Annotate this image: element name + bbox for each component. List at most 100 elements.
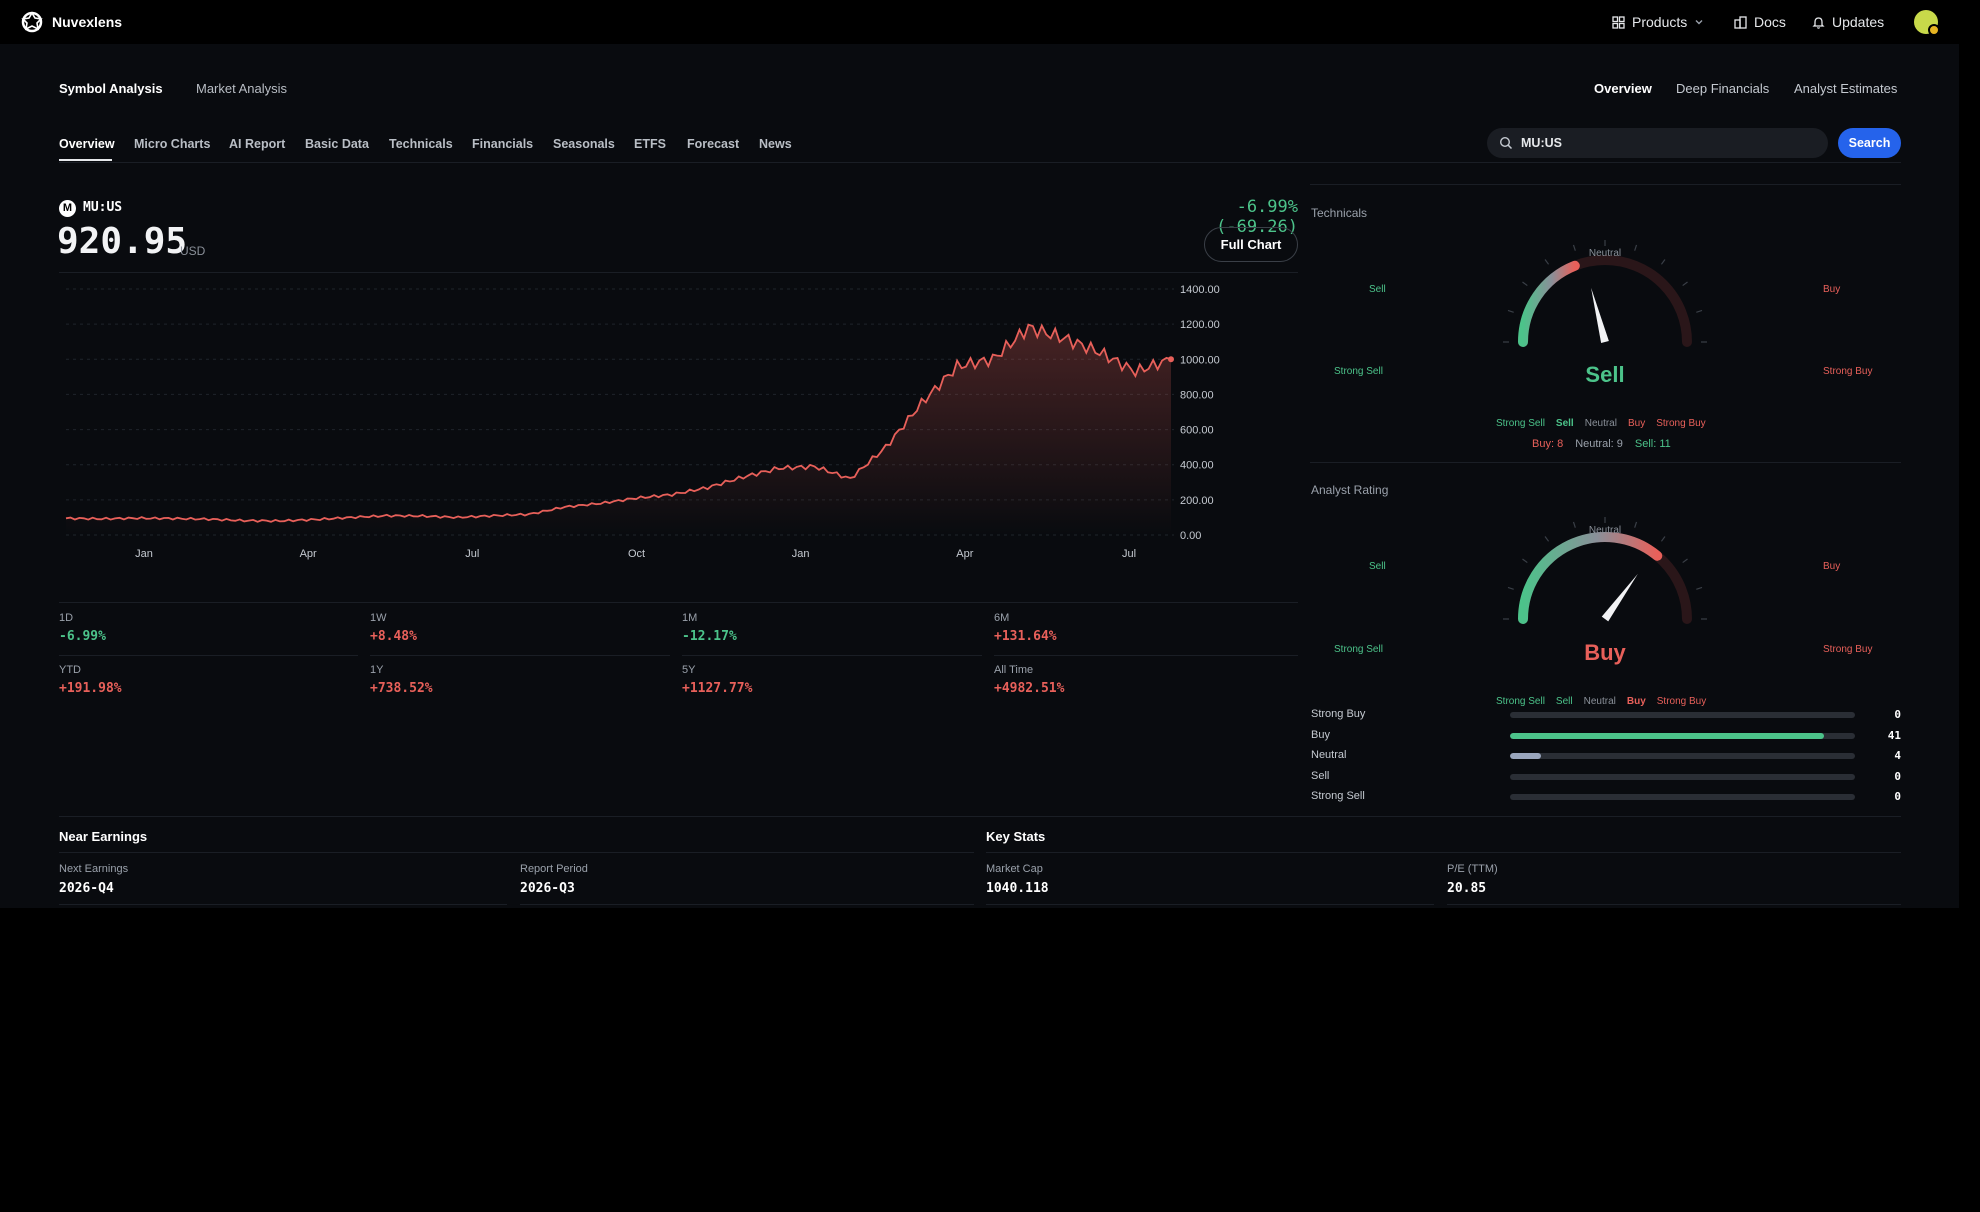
performance-divider [59, 602, 1298, 603]
gauge-tick [1682, 558, 1688, 564]
performance-row-divider [370, 655, 670, 656]
distribution-label: Strong Sell [1311, 790, 1365, 802]
docs-icon [1734, 15, 1747, 29]
performance-row-divider [59, 655, 358, 656]
technicals-neutral-count: Neutral: 9 [1575, 438, 1623, 450]
analyst-legend: Strong Sell Sell Neutral Buy Strong Buy [1496, 696, 1706, 707]
price-chart[interactable]: 1400.00 1200.00 1000.00 800.00 600.00 400.00 2… [59, 276, 1298, 570]
performance-period-label: 1D [59, 612, 74, 624]
tab-micro-charts[interactable]: Micro Charts [134, 137, 210, 151]
key-stats-divider [986, 852, 1901, 853]
performance-period-value: +131.64% [994, 629, 1057, 644]
technicals-legend-strong-buy: Strong Buy [1656, 418, 1706, 429]
x-tick-label: Jan [135, 548, 153, 560]
analyst-strong-buy-label: Strong Buy [1823, 644, 1873, 655]
distribution-bar-fill [1510, 732, 1825, 739]
performance-period-label: 1M [682, 612, 698, 624]
tab-technicals[interactable]: Technicals [389, 137, 453, 151]
distribution-label: Strong Buy [1311, 708, 1366, 720]
market-cap-value: 1040.118 [986, 881, 1049, 896]
gauge-tick [1634, 521, 1638, 528]
docs-link[interactable]: Docs [1734, 14, 1786, 30]
products-label: Products [1632, 14, 1688, 30]
technicals-top-divider [1310, 184, 1901, 185]
technicals-strong-sell-label: Strong Sell [1334, 366, 1383, 377]
y-tick-label: 400.00 [1180, 460, 1214, 472]
report-period-label: Report Period [520, 863, 588, 875]
y-tick-label: 1200.00 [1180, 319, 1220, 331]
technicals-legend-buy: Buy [1627, 418, 1646, 429]
market-cap-label: Market Cap [986, 863, 1043, 875]
search-button[interactable]: Search [1838, 128, 1901, 158]
distribution-count: 41 [1887, 728, 1901, 742]
performance-period-value: +8.48% [370, 629, 417, 644]
bottom-section-divider [59, 816, 1901, 817]
technicals-title: Technicals [1311, 206, 1368, 220]
subnav-market-analysis[interactable]: Market Analysis [196, 81, 287, 96]
y-tick-label: 1400.00 [1180, 284, 1220, 296]
gauge-tick [1682, 281, 1688, 287]
analyst-legend-neutral: Neutral [1583, 696, 1616, 707]
distribution-bar-track [1510, 794, 1855, 800]
technicals-buy-count: Buy: 8 [1532, 438, 1564, 450]
grid-icon [1612, 15, 1625, 29]
bell-icon [1812, 16, 1825, 29]
distribution-bar-track [1510, 732, 1855, 739]
chart-top-divider [59, 272, 1298, 273]
gauge-tick [1696, 309, 1703, 313]
updates-link[interactable]: Updates [1812, 14, 1884, 30]
brand-logo-icon[interactable] [21, 11, 43, 33]
tab-forecast[interactable]: Forecast [687, 137, 739, 151]
technicals-legend-sell: Sell [1555, 418, 1574, 429]
performance-period-value: +738.52% [370, 681, 433, 696]
analyst-title: Analyst Rating [1311, 483, 1389, 497]
tab-etfs[interactable]: ETFS [634, 137, 666, 151]
key-stats-title: Key Stats [986, 829, 1046, 844]
subnav-deep-financials[interactable]: Deep Financials [1676, 81, 1769, 96]
subnav-analyst-estimates[interactable]: Analyst Estimates [1794, 81, 1897, 96]
performance-period-value: +1127.77% [682, 681, 753, 696]
gauge-tick [1696, 586, 1703, 590]
performance-period-label: All Time [994, 664, 1034, 676]
gauge-tick [1634, 244, 1638, 251]
analyst-top-divider [1310, 462, 1901, 463]
near-earnings-title: Near Earnings [59, 829, 148, 844]
tab-seasonals[interactable]: Seasonals [553, 137, 615, 151]
analyst-buy-label: Buy [1823, 561, 1841, 572]
gauge-active-arc [1518, 260, 1580, 347]
tab-financials[interactable]: Financials [472, 137, 533, 151]
products-menu[interactable]: Products [1612, 14, 1704, 30]
distribution-count: 0 [1894, 790, 1901, 803]
stats-cell-underline-2 [1447, 904, 1901, 905]
performance-period-value: +4982.51% [994, 681, 1065, 696]
tab-ai-report[interactable]: AI Report [229, 137, 285, 151]
subnav-symbol-analysis[interactable]: Symbol Analysis [59, 81, 163, 96]
avatar-status-badge [1928, 24, 1940, 36]
gauge-tick [1522, 558, 1528, 564]
gauge-tick [1572, 244, 1576, 251]
search-icon [1499, 136, 1513, 150]
y-tick-label: 800.00 [1180, 389, 1214, 401]
performance-period-value: -6.99% [59, 629, 106, 644]
analyst-legend-strong-sell: Strong Sell [1496, 696, 1545, 707]
report-period-value: 2026-Q3 [520, 881, 575, 896]
analyst-legend-buy: Buy [1626, 696, 1646, 707]
analyst-legend-strong-buy: Strong Buy [1656, 696, 1707, 707]
performance-period-value: +191.98% [59, 681, 122, 696]
technicals-legend-neutral: Neutral [1584, 418, 1617, 429]
full-chart-button[interactable]: Full Chart [1204, 227, 1298, 262]
y-tick-label: 600.00 [1180, 425, 1214, 437]
search-box [1487, 128, 1828, 158]
stats-cell-underline-1 [986, 904, 1434, 905]
technicals-sell-label: Sell [1369, 284, 1386, 295]
tab-overview[interactable]: Overview [59, 137, 115, 151]
tab-news[interactable]: News [759, 137, 792, 151]
distribution-bar-track [1510, 712, 1855, 718]
earnings-cell-underline-1 [59, 904, 507, 905]
gauge-tick [1522, 281, 1528, 287]
brand-name[interactable]: Nuvexlens [52, 14, 122, 30]
tab-basic-data[interactable]: Basic Data [305, 137, 369, 151]
analyst-neutral-text: Neutral [1588, 525, 1622, 536]
search-input[interactable] [1521, 128, 1811, 158]
subnav-overview[interactable]: Overview [1594, 81, 1652, 96]
